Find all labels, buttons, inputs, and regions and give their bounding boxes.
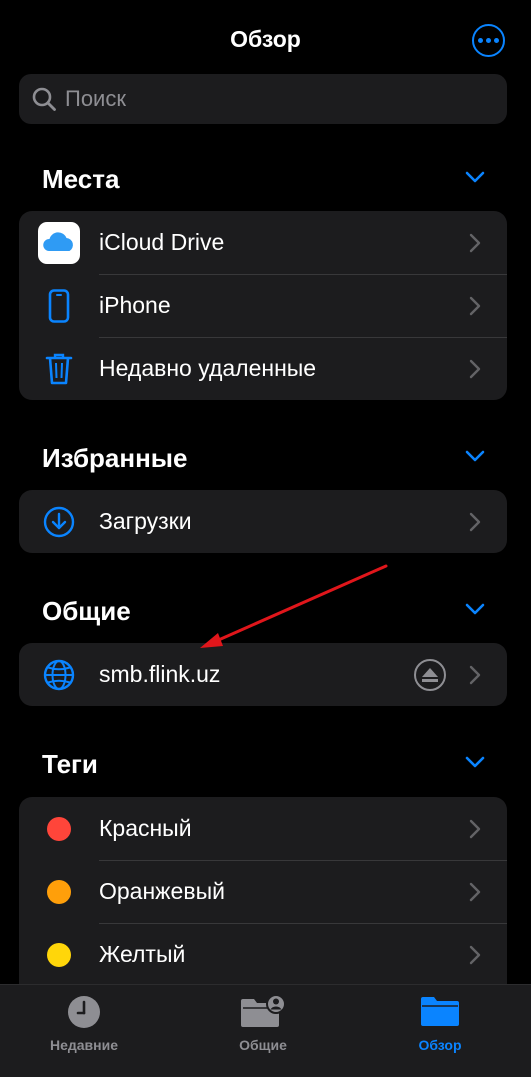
shared-folder-icon xyxy=(203,995,323,1029)
list-item-tag-orange[interactable]: Оранжевый xyxy=(19,860,507,923)
tab-label: Обзор xyxy=(418,1037,462,1053)
shared-list: smb.flink.uz xyxy=(19,643,507,706)
download-icon xyxy=(37,500,81,544)
search-placeholder: Поиск xyxy=(65,86,126,111)
places-list: iCloud Drive iPhone Недавно удаленные xyxy=(19,211,507,400)
chevron-right-icon xyxy=(469,819,481,839)
search-icon xyxy=(32,87,56,111)
search-field[interactable]: Поиск xyxy=(19,74,507,124)
section-header-favorites[interactable]: Избранные xyxy=(0,439,531,479)
chevron-right-icon xyxy=(469,665,481,685)
list-item-tag-yellow[interactable]: Желтый xyxy=(19,923,507,986)
tab-label: Недавние xyxy=(49,1037,119,1053)
chevron-down-icon[interactable] xyxy=(464,602,486,616)
item-label: Оранжевый xyxy=(99,878,225,904)
tag-color-dot xyxy=(47,879,71,904)
item-label: Желтый xyxy=(99,941,186,967)
item-label: smb.flink.uz xyxy=(99,661,221,687)
list-item-downloads[interactable]: Загрузки xyxy=(19,490,507,553)
section-header-shared[interactable]: Общие xyxy=(0,592,531,632)
chevron-right-icon xyxy=(469,233,481,253)
tab-shared[interactable]: Общие xyxy=(203,985,323,1077)
trash-icon xyxy=(37,347,81,391)
section-header-tags[interactable]: Теги xyxy=(0,745,531,785)
section-title: Избранные xyxy=(42,443,188,473)
tab-recents[interactable]: Недавние xyxy=(24,985,144,1077)
section-title: Теги xyxy=(42,749,98,779)
item-label: Красный xyxy=(99,815,192,841)
eject-icon[interactable] xyxy=(414,659,446,691)
chevron-right-icon xyxy=(469,882,481,902)
ellipsis-circle-icon[interactable] xyxy=(472,24,505,57)
list-item-smb-server[interactable]: smb.flink.uz xyxy=(19,643,507,706)
section-header-places[interactable]: Места xyxy=(0,160,531,200)
icloud-icon xyxy=(37,221,81,265)
section-title: Места xyxy=(42,164,120,194)
tab-browse[interactable]: Обзор xyxy=(380,985,500,1077)
list-item-icloud-drive[interactable]: iCloud Drive xyxy=(19,211,507,274)
folder-icon xyxy=(380,995,500,1027)
list-item-tag-red[interactable]: Красный xyxy=(19,797,507,860)
iphone-icon xyxy=(37,284,81,328)
favorites-list: Загрузки xyxy=(19,490,507,553)
tab-bar: Недавние Общие Обзор xyxy=(0,984,531,1077)
chevron-right-icon xyxy=(469,512,481,532)
item-label: Загрузки xyxy=(99,508,192,534)
item-label: Недавно удаленные xyxy=(99,355,317,381)
chevron-right-icon xyxy=(469,359,481,379)
item-label: iCloud Drive xyxy=(99,229,225,255)
tag-color-dot xyxy=(47,942,71,967)
list-item-recently-deleted[interactable]: Недавно удаленные xyxy=(19,337,507,400)
chevron-down-icon[interactable] xyxy=(464,755,486,769)
page-title: Обзор xyxy=(230,26,301,52)
item-label: iPhone xyxy=(99,292,171,318)
chevron-down-icon[interactable] xyxy=(464,170,486,184)
tags-list: Красный Оранжевый Желтый xyxy=(19,797,507,997)
list-item-iphone[interactable]: iPhone xyxy=(19,274,507,337)
tag-color-dot xyxy=(47,816,71,841)
section-title: Общие xyxy=(42,596,131,626)
chevron-down-icon[interactable] xyxy=(464,449,486,463)
clock-icon xyxy=(24,995,144,1029)
navigation-bar: Обзор xyxy=(0,0,531,74)
tab-label: Общие xyxy=(239,1037,287,1053)
chevron-right-icon xyxy=(469,296,481,316)
chevron-right-icon xyxy=(469,945,481,965)
globe-icon xyxy=(37,653,81,697)
